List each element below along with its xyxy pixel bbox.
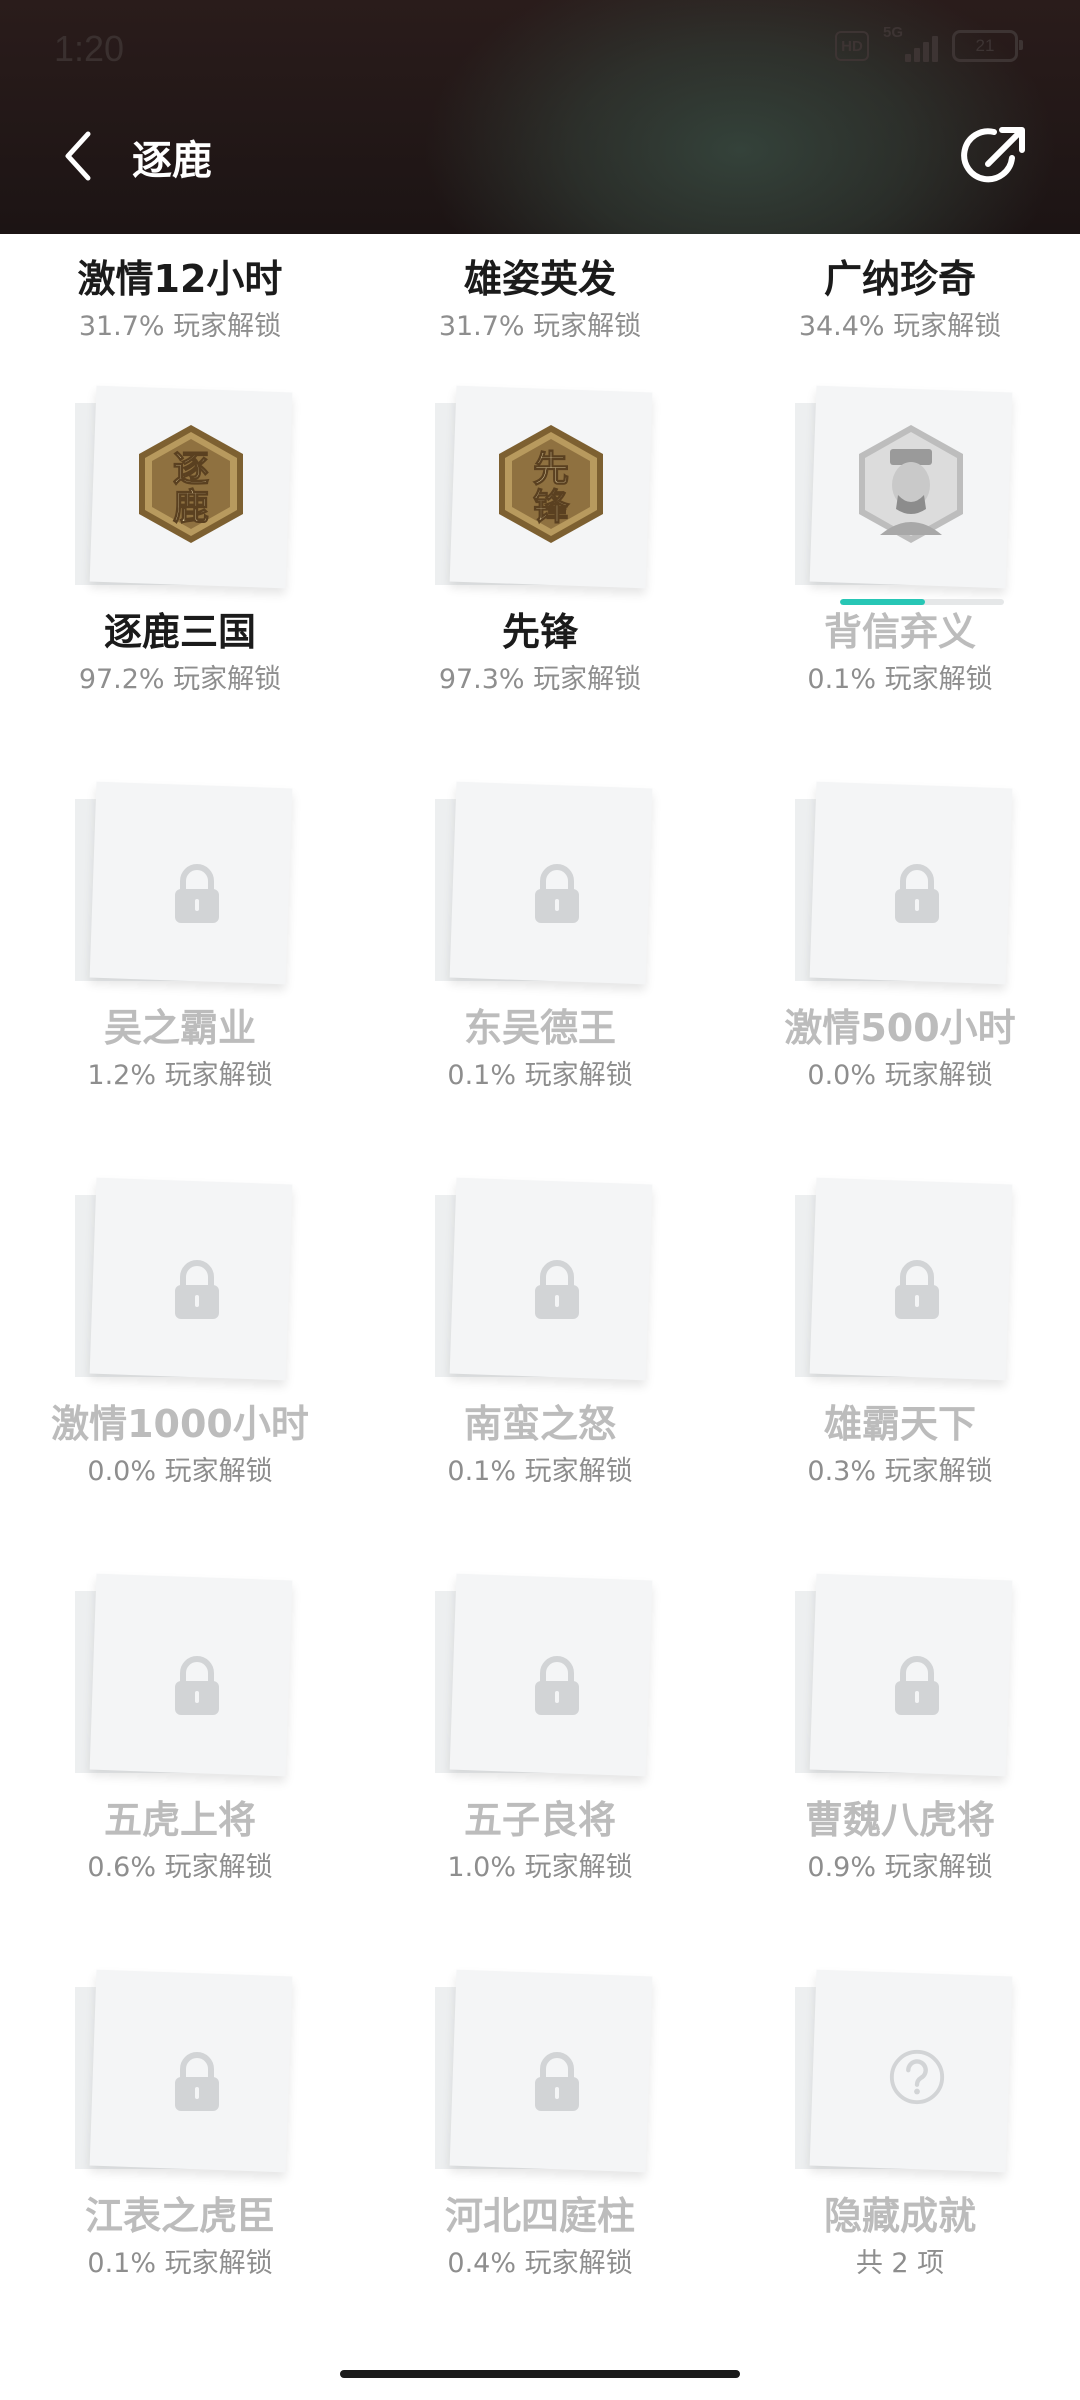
achievement-unlock-rate: 共 2 项 — [855, 2248, 945, 2279]
achievement-tile — [795, 385, 1013, 595]
achievement-unlock-rate: 0.0% 玩家解锁 — [807, 1060, 993, 1091]
achievement-card[interactable]: 五子良将 1.0% 玩家解锁 — [360, 1537, 720, 1933]
achievement-name: 激情1000小时 — [51, 1402, 309, 1446]
lock-icon — [895, 864, 939, 923]
achievement-name: 激情500小时 — [784, 1006, 1016, 1050]
lock-icon — [175, 1260, 219, 1319]
achievement-unlock-rate: 31.7% 玩家解锁 — [78, 311, 282, 342]
achievement-tile — [795, 1969, 1013, 2179]
achievement-name: 雄姿英发 — [463, 257, 616, 301]
share-button[interactable] — [960, 120, 1032, 192]
achievement-name: 五子良将 — [463, 1798, 616, 1842]
achievement-tile — [75, 1969, 293, 2179]
achievement-tile — [435, 1573, 653, 1783]
battery-level: 21 — [975, 36, 995, 55]
badge-char-bottom: 锋 — [533, 487, 570, 528]
achievement-tile — [75, 781, 293, 991]
lock-icon — [175, 864, 219, 923]
home-indicator[interactable] — [340, 2370, 740, 2378]
network-type: 5G — [883, 24, 904, 41]
achievement-name: 先锋 — [501, 610, 578, 654]
achievement-tile — [795, 1573, 1013, 1783]
achievement-tile — [435, 1969, 653, 2179]
achievement-unlock-rate: 34.4% 玩家解锁 — [798, 311, 1002, 342]
achievement-unlock-rate: 1.2% 玩家解锁 — [87, 1060, 273, 1091]
achievement-unlock-rate: 0.3% 玩家解锁 — [807, 1456, 993, 1487]
achievement-name: 江表之虎臣 — [84, 2194, 275, 2238]
badge-char-top: 逐 — [173, 449, 209, 490]
achievement-card[interactable]: 雄霸天下 0.3% 玩家解锁 — [720, 1141, 1080, 1537]
achievement-name: 激情12小时 — [77, 257, 283, 301]
achievement-unlock-rate: 0.9% 玩家解锁 — [807, 1852, 993, 1883]
achievement-card[interactable]: 激情500小时 0.0% 玩家解锁 — [720, 745, 1080, 1141]
achievement-card[interactable]: 吴之霸业 1.2% 玩家解锁 — [0, 745, 360, 1141]
lock-icon — [895, 1656, 939, 1715]
achievement-card[interactable]: 背信弃义 0.1% 玩家解锁 — [720, 349, 1080, 745]
achievement-tile — [795, 1177, 1013, 1387]
achievement-name: 东吴德王 — [463, 1006, 616, 1050]
achievement-card[interactable]: 江表之虎臣 0.1% 玩家解锁 — [0, 1933, 360, 2329]
achievement-name: 曹魏八虎将 — [804, 1798, 995, 1842]
status-icons: HD 5G 21 — [835, 24, 1023, 62]
achievement-unlock-rate: 97.3% 玩家解锁 — [438, 664, 642, 695]
achievement-unlock-rate: 97.2% 玩家解锁 — [78, 664, 282, 695]
achievement-tile — [435, 1177, 653, 1387]
achievement-unlock-rate: 0.6% 玩家解锁 — [87, 1852, 273, 1883]
achievement-name: 广纳珍奇 — [823, 257, 976, 301]
lock-icon — [175, 1656, 219, 1715]
achievement-unlock-rate: 0.1% 玩家解锁 — [447, 1456, 633, 1487]
achievement-card[interactable]: 隐藏成就共 2 项 — [720, 1933, 1080, 2329]
achievement-unlock-rate: 0.1% 玩家解锁 — [87, 2248, 273, 2279]
achievement-name: 五虎上将 — [103, 1798, 256, 1842]
lock-icon — [535, 864, 579, 923]
achievement-card[interactable]: 南蛮之怒 0.1% 玩家解锁 — [360, 1141, 720, 1537]
achievement-card[interactable]: 逐鹿逐鹿三国 97.2% 玩家解锁 — [0, 349, 360, 745]
badge-char-bottom: 鹿 — [173, 487, 209, 528]
lock-icon — [175, 2052, 219, 2111]
achievement-tile — [795, 781, 1013, 991]
achievement-unlock-rate: 0.4% 玩家解锁 — [447, 2248, 633, 2279]
achievement-name: 隐藏成就 — [823, 2194, 976, 2238]
achievement-tile — [75, 1177, 293, 1387]
back-button[interactable] — [58, 126, 102, 186]
achievement-badge-icon: 逐鹿 — [139, 425, 243, 543]
app-header: 1:20 HD 5G 21 逐鹿 — [0, 0, 1080, 234]
achievement-unlock-rate: 31.7% 玩家解锁 — [438, 311, 642, 342]
battery-icon: 21 — [952, 30, 1023, 62]
achievement-card[interactable]: 激情1000小时 0.0% 玩家解锁 — [0, 1141, 360, 1537]
lock-icon — [895, 1260, 939, 1319]
achievement-name: 吴之霸业 — [103, 1006, 256, 1050]
achievement-unlock-rate: 0.1% 玩家解锁 — [447, 1060, 633, 1091]
page-title: 逐鹿 — [132, 138, 212, 184]
lock-icon — [535, 1656, 579, 1715]
signal-icon: 5G — [883, 24, 938, 62]
achievement-name: 雄霸天下 — [823, 1402, 976, 1446]
question-icon — [889, 2049, 945, 2105]
achievement-card[interactable]: 东吴德王 0.1% 玩家解锁 — [360, 745, 720, 1141]
achievement-card[interactable]: 曹魏八虎将 0.9% 玩家解锁 — [720, 1537, 1080, 1933]
badge-char-top: 先 — [533, 449, 569, 490]
portrait-badge-icon — [859, 425, 963, 543]
share-icon — [961, 127, 1025, 183]
lock-icon — [535, 2052, 579, 2111]
achievement-name: 逐鹿三国 — [103, 610, 256, 654]
achievement-name: 河北四庭柱 — [444, 2194, 635, 2238]
hd-icon: HD — [835, 31, 869, 61]
achievement-name: 背信弃义 — [823, 610, 976, 654]
achievement-tile: 逐鹿 — [75, 385, 293, 595]
status-time: 1:20 — [54, 28, 125, 69]
achievement-unlock-rate: 1.0% 玩家解锁 — [447, 1852, 633, 1883]
chevron-left-icon — [65, 131, 91, 181]
achievement-tile — [75, 1573, 293, 1783]
achievement-badge-icon: 先锋 — [499, 425, 603, 543]
achievement-name: 南蛮之怒 — [463, 1402, 616, 1446]
achievement-tile — [435, 781, 653, 991]
achievement-unlock-rate: 0.0% 玩家解锁 — [87, 1456, 273, 1487]
achievement-card[interactable]: 河北四庭柱 0.4% 玩家解锁 — [360, 1933, 720, 2329]
achievement-unlock-rate: 0.1% 玩家解锁 — [807, 664, 993, 695]
achievement-tile: 先锋 — [435, 385, 653, 595]
achievement-card[interactable]: 五虎上将 0.6% 玩家解锁 — [0, 1537, 360, 1933]
achievement-card[interactable]: 先锋先锋 97.3% 玩家解锁 — [360, 349, 720, 745]
lock-icon — [535, 1260, 579, 1319]
